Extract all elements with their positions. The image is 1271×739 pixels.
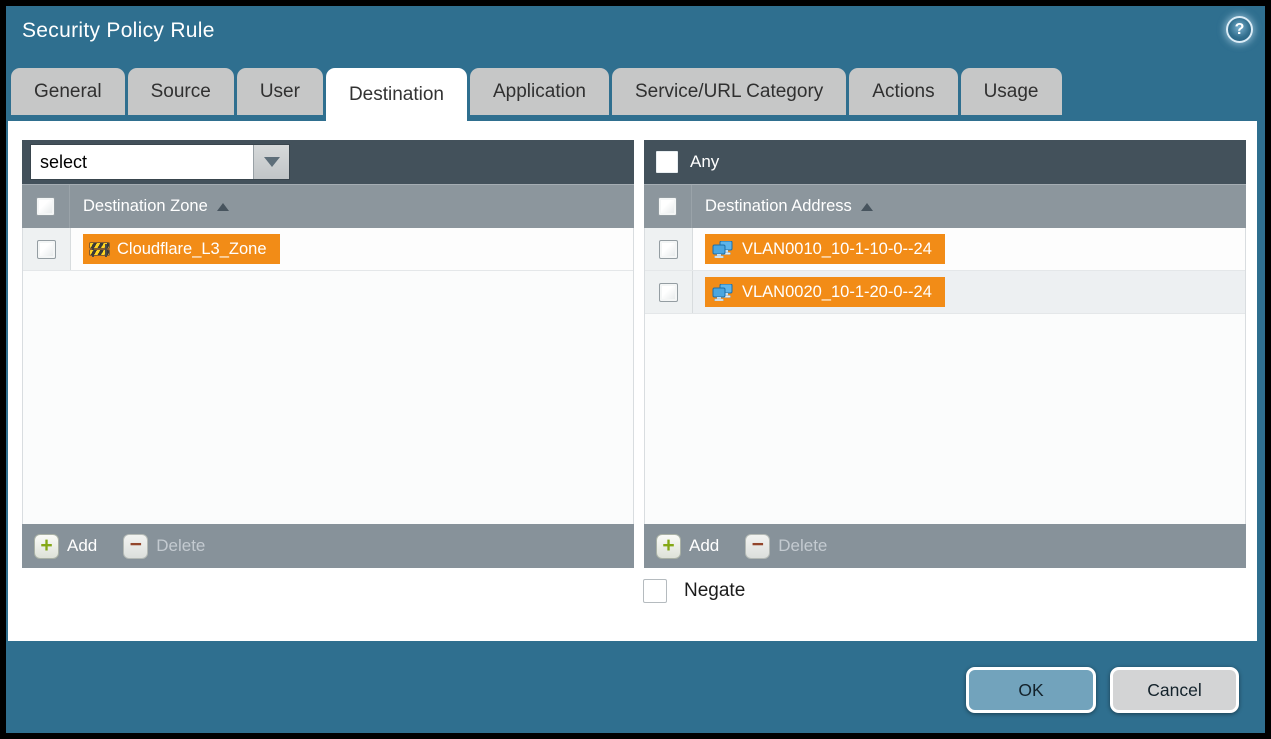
address-list: VLAN0010_10-1-10-0--24 xyxy=(644,228,1246,524)
dialog-body: Security Policy Rule ? General Source Us… xyxy=(6,6,1265,733)
address-column-label[interactable]: Destination Address xyxy=(705,197,873,216)
tab-application[interactable]: Application xyxy=(470,68,609,115)
zone-column-header: Destination Zone xyxy=(22,184,634,228)
tab-user[interactable]: User xyxy=(237,68,323,115)
address-chip-label: VLAN0010_10-1-10-0--24 xyxy=(742,240,932,259)
address-row-checkbox-cell xyxy=(645,271,693,313)
delete-icon: − xyxy=(745,534,770,559)
tab-destination[interactable]: Destination xyxy=(326,68,467,121)
negate-label: Negate xyxy=(684,580,745,602)
zone-list-item: Cloudflare_L3_Zone xyxy=(23,228,633,271)
address-column-header: Destination Address xyxy=(644,184,1246,228)
destination-tab-content: select Destination Zone xyxy=(8,121,1257,641)
add-icon: + xyxy=(34,534,59,559)
address-icon xyxy=(712,241,734,258)
address-delete-label: Delete xyxy=(778,536,827,556)
negate-option: Negate xyxy=(643,579,745,603)
negate-checkbox[interactable] xyxy=(643,579,667,603)
destination-zone-panel: select Destination Zone xyxy=(22,140,634,568)
address-chip-vlan0010[interactable]: VLAN0010_10-1-10-0--24 xyxy=(705,234,945,264)
zone-select-combo: select xyxy=(30,144,290,180)
address-icon xyxy=(712,284,734,301)
address-add-label: Add xyxy=(689,536,719,556)
security-policy-rule-dialog: Security Policy Rule ? General Source Us… xyxy=(0,0,1271,739)
address-row-checkbox-cell xyxy=(645,228,693,270)
address-panel-footer: + Add − Delete xyxy=(644,524,1246,568)
page-title: Security Policy Rule xyxy=(22,19,215,43)
tab-actions[interactable]: Actions xyxy=(849,68,957,115)
address-select-all-checkbox[interactable] xyxy=(658,197,677,216)
zone-select-input[interactable]: select xyxy=(31,145,253,179)
zone-add-label: Add xyxy=(67,536,97,556)
address-any-bar: Any xyxy=(644,140,1246,184)
tab-usage[interactable]: Usage xyxy=(961,68,1062,115)
zone-add-button[interactable]: + Add xyxy=(34,534,97,559)
sort-ascending-icon xyxy=(217,203,229,211)
zone-row-checkbox-cell xyxy=(23,228,71,270)
address-column-text: Destination Address xyxy=(705,197,852,216)
tab-service-url-category[interactable]: Service/URL Category xyxy=(612,68,846,115)
zone-delete-label: Delete xyxy=(156,536,205,556)
ok-button[interactable]: OK xyxy=(966,667,1096,713)
address-list-item: VLAN0020_10-1-20-0--24 xyxy=(645,271,1245,314)
address-row-checkbox[interactable] xyxy=(659,283,678,302)
address-delete-button[interactable]: − Delete xyxy=(745,534,827,559)
sort-ascending-icon xyxy=(861,203,873,211)
address-any-checkbox[interactable] xyxy=(656,151,678,173)
chevron-down-icon xyxy=(264,157,280,167)
zone-delete-button[interactable]: − Delete xyxy=(123,534,205,559)
delete-icon: − xyxy=(123,534,148,559)
address-any-label: Any xyxy=(690,152,719,172)
zone-chip-label: Cloudflare_L3_Zone xyxy=(117,240,267,259)
help-icon[interactable]: ? xyxy=(1226,16,1253,43)
zone-column-label[interactable]: Destination Zone xyxy=(83,197,229,216)
zone-select-all-cell xyxy=(22,185,70,228)
zone-select-all-checkbox[interactable] xyxy=(36,197,55,216)
address-list-item: VLAN0010_10-1-10-0--24 xyxy=(645,228,1245,271)
destination-address-panel: Any Destination Address xyxy=(644,140,1246,568)
address-add-button[interactable]: + Add xyxy=(656,534,719,559)
zone-column-text: Destination Zone xyxy=(83,197,208,216)
zone-row-checkbox[interactable] xyxy=(37,240,56,259)
address-chip-vlan0020[interactable]: VLAN0020_10-1-20-0--24 xyxy=(705,277,945,307)
add-icon: + xyxy=(656,534,681,559)
zone-icon xyxy=(90,242,109,257)
zone-list: Cloudflare_L3_Zone xyxy=(22,228,634,524)
address-select-all-cell xyxy=(644,185,692,228)
zone-panel-footer: + Add − Delete xyxy=(22,524,634,568)
tab-source[interactable]: Source xyxy=(128,68,234,115)
zone-chip-cloudflare-l3-zone[interactable]: Cloudflare_L3_Zone xyxy=(83,234,280,264)
zone-filter-bar: select xyxy=(22,140,634,184)
tab-general[interactable]: General xyxy=(11,68,125,115)
address-row-checkbox[interactable] xyxy=(659,240,678,259)
tab-bar: General Source User Destination Applicat… xyxy=(11,68,1062,121)
zone-select-dropdown-button[interactable] xyxy=(253,145,289,179)
address-chip-label: VLAN0020_10-1-20-0--24 xyxy=(742,283,932,302)
cancel-button[interactable]: Cancel xyxy=(1110,667,1239,713)
